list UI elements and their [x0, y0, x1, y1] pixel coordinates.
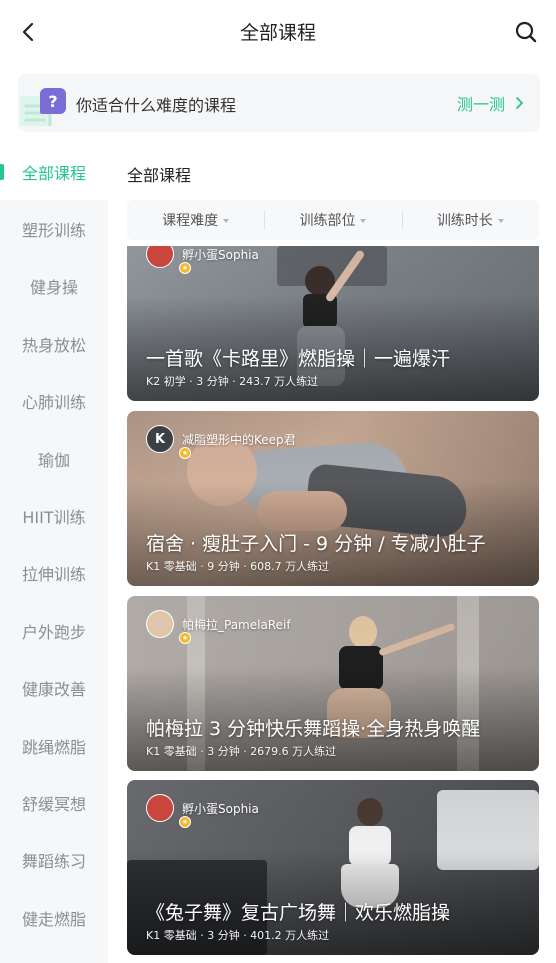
sidebar-item-warmup[interactable]: 热身放松: [0, 315, 108, 372]
search-icon: [515, 21, 537, 43]
course-meta: K2 初学 · 3 分钟 · 243.7 万人练过: [146, 375, 319, 388]
author-name: 减脂塑形中的Keep君: [182, 432, 296, 447]
filter-difficulty[interactable]: 课程难度: [127, 200, 264, 240]
course-meta: K1 零基础 · 3 分钟 · 2679.6 万人练过: [146, 745, 337, 758]
sidebar-item-body-shaping[interactable]: 塑形训练: [0, 200, 108, 257]
filter-bar: 课程难度 训练部位 训练时长: [127, 200, 539, 240]
course-title: 帕梅拉 3 分钟快乐舞蹈操·全身热身唤醒: [146, 718, 481, 740]
sidebar-item-all[interactable]: 全部课程: [0, 143, 108, 201]
sidebar-item-label: 全部课程: [21, 163, 86, 183]
filter-label: 课程难度: [162, 213, 219, 229]
header: 全部课程: [0, 0, 556, 64]
sidebar-item-outdoor-run[interactable]: 户外跑步: [0, 602, 108, 659]
sidebar-item-label: 心肺训练: [21, 393, 86, 413]
sidebar-item-label: 跳绳燃脂: [21, 737, 86, 757]
course-card[interactable]: 孵小蛋Sophia ★ 《兔子舞》复古广场舞｜欢乐燃脂操 K1 零基础 · 3 …: [127, 780, 539, 955]
avatar: [146, 246, 174, 268]
caret-down-icon: [223, 218, 230, 223]
category-sidebar: 全部课程 塑形训练 健身操 热身放松 心肺训练 瑜伽 HIIT训练 拉伸训练 户…: [0, 143, 108, 963]
avatar: [146, 610, 174, 638]
sidebar-item-hiit[interactable]: HIIT训练: [0, 487, 108, 544]
filter-label: 训练时长: [436, 213, 493, 229]
caret-down-icon: [360, 218, 367, 223]
take-quiz-link[interactable]: 测一测: [457, 91, 524, 115]
author-name: 孵小蛋Sophia: [182, 801, 259, 816]
sidebar-item-label: 拉伸训练: [21, 565, 86, 585]
avatar: K: [146, 425, 174, 453]
sidebar-item-label: 热身放松: [21, 335, 86, 355]
course-author: 孵小蛋Sophia ★: [146, 794, 259, 828]
course-author: 帕梅拉_PamelaReif ★: [146, 610, 291, 644]
sidebar-item-jump-rope[interactable]: 跳绳燃脂: [0, 717, 108, 774]
course-author: 孵小蛋Sophia ★: [146, 246, 259, 274]
course-meta: K1 零基础 · 9 分钟 · 608.7 万人练过: [146, 560, 330, 573]
sidebar-item-label: 健康改善: [21, 680, 86, 700]
question-badge-icon: ?: [40, 88, 66, 114]
sidebar-item-meditation[interactable]: 舒缓冥想: [0, 774, 108, 831]
sidebar-item-cardio[interactable]: 心肺训练: [0, 373, 108, 430]
section-title: 全部课程: [127, 166, 192, 185]
verified-badge-icon: ★: [179, 632, 191, 644]
course-card[interactable]: K 减脂塑形中的Keep君 ★ 宿舍 · 瘦肚子入门 - 9 分钟 / 专减小肚…: [127, 411, 539, 586]
verified-badge-icon: ★: [179, 262, 191, 274]
author-name: 孵小蛋Sophia: [182, 247, 259, 262]
course-list: 孵小蛋Sophia ★ 一首歌《卡路里》燃脂操｜一遍爆汗 K2 初学 · 3 分…: [127, 246, 539, 963]
filter-body-part[interactable]: 训练部位: [264, 200, 401, 240]
sidebar-item-dance[interactable]: 舞蹈练习: [0, 832, 108, 889]
author-name: 帕梅拉_PamelaReif: [182, 617, 291, 632]
course-author: K 减脂塑形中的Keep君 ★: [146, 425, 296, 459]
page-title: 全部课程: [239, 22, 316, 44]
filter-duration[interactable]: 训练时长: [401, 200, 539, 240]
course-meta: K1 零基础 · 3 分钟 · 401.2 万人练过: [146, 929, 330, 942]
sidebar-item-aerobics[interactable]: 健身操: [0, 258, 108, 315]
sidebar-item-label: 瑜伽: [37, 450, 70, 470]
course-title: 宿舍 · 瘦肚子入门 - 9 分钟 / 专减小肚子: [146, 533, 486, 555]
course-card[interactable]: 孵小蛋Sophia ★ 一首歌《卡路里》燃脂操｜一遍爆汗 K2 初学 · 3 分…: [127, 246, 539, 401]
sidebar-item-label: 舒缓冥想: [21, 794, 86, 814]
sidebar-item-stretching[interactable]: 拉伸训练: [0, 545, 108, 602]
filter-label: 训练部位: [299, 213, 356, 229]
avatar: [146, 794, 174, 822]
course-card[interactable]: 帕梅拉_PamelaReif ★ 帕梅拉 3 分钟快乐舞蹈操·全身热身唤醒 K1…: [127, 596, 539, 771]
chevron-right-icon: [516, 97, 523, 109]
sidebar-item-label: 户外跑步: [21, 622, 86, 642]
sidebar-item-health[interactable]: 健康改善: [0, 660, 108, 717]
sidebar-item-walking[interactable]: 健走燃脂: [0, 889, 108, 946]
sidebar-item-label: 塑形训练: [21, 221, 86, 241]
sidebar-item-label: HIIT训练: [22, 508, 86, 528]
caret-down-icon: [497, 218, 504, 223]
difficulty-quiz-banner[interactable]: ? 你适合什么难度的课程 测一测: [18, 74, 540, 132]
course-title: 一首歌《卡路里》燃脂操｜一遍爆汗: [146, 348, 451, 370]
take-quiz-label: 测一测: [456, 95, 505, 114]
search-button[interactable]: [510, 16, 542, 48]
verified-badge-icon: ★: [179, 816, 191, 828]
course-title: 《兔子舞》复古广场舞｜欢乐燃脂操: [146, 902, 451, 924]
verified-badge-icon: ★: [179, 447, 191, 459]
sidebar-item-label: 健身操: [29, 278, 78, 298]
sidebar-item-yoga[interactable]: 瑜伽: [0, 430, 108, 487]
sidebar-item-label: 健走燃脂: [21, 909, 86, 929]
quiz-text: 你适合什么难度的课程: [76, 96, 237, 115]
sidebar-item-label: 舞蹈练习: [21, 852, 86, 872]
